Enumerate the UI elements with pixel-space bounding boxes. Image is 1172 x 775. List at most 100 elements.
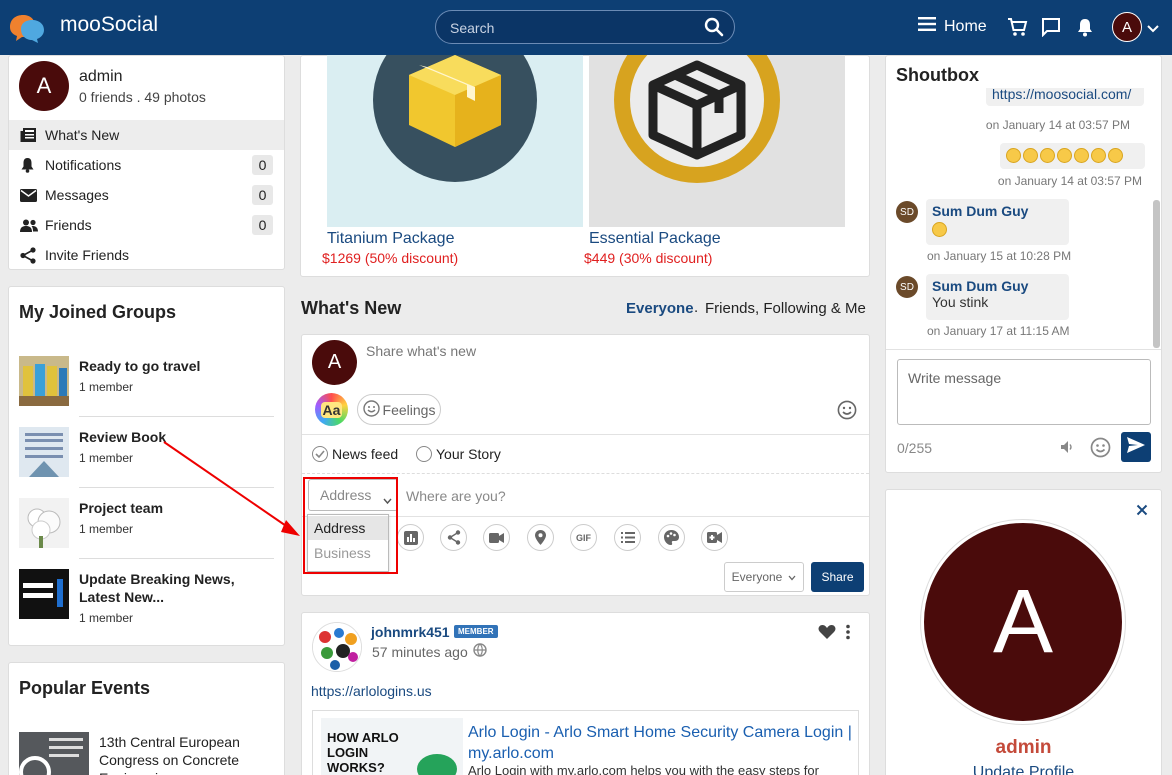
more-options-icon[interactable] xyxy=(845,624,851,645)
event-title[interactable]: 13th Central European Congress on Concre… xyxy=(99,733,279,775)
gif-icon[interactable]: GIF xyxy=(570,524,597,551)
update-profile-link[interactable]: Update Profile xyxy=(885,764,1162,775)
shoutbox-scrollbar[interactable] xyxy=(1153,200,1160,348)
send-button[interactable] xyxy=(1121,432,1151,462)
nav-item-messages[interactable]: Messages 0 xyxy=(9,180,284,210)
share-input[interactable]: Share what's new xyxy=(366,343,476,359)
group-title[interactable]: Ready to go travel xyxy=(79,357,274,375)
nav-item-notifications[interactable]: Notifications 0 xyxy=(9,150,284,180)
shout-avatar[interactable]: SD xyxy=(896,276,918,298)
emoji-icon[interactable] xyxy=(837,400,857,425)
group-thumbnail[interactable] xyxy=(19,569,69,619)
home-menu-button[interactable]: Home xyxy=(918,17,987,36)
share-icon[interactable] xyxy=(440,524,467,551)
event-thumbnail[interactable] xyxy=(19,732,89,775)
shout-message-bubble: Sum Dum Guy You stink xyxy=(926,274,1069,320)
radio-your-story[interactable]: Your Story xyxy=(416,446,501,462)
poll-icon[interactable] xyxy=(397,524,424,551)
shout-time: on January 15 at 10:28 PM xyxy=(927,249,1072,263)
smile-emoji-icon xyxy=(932,219,1063,242)
group-thumbnail[interactable] xyxy=(19,356,69,406)
filter-friends-following[interactable]: Friends, Following & Me xyxy=(705,300,866,317)
group-thumbnail[interactable] xyxy=(19,427,69,477)
emoji-icon[interactable] xyxy=(1090,437,1111,463)
package-image-essential[interactable] xyxy=(589,17,845,227)
messages-count: 0 xyxy=(252,185,273,205)
shout-user[interactable]: Sum Dum Guy xyxy=(932,203,1063,219)
grin-emoji-icon xyxy=(1006,148,1021,163)
group-item[interactable]: Ready to go travel 1 member xyxy=(19,356,274,420)
smiley-icon xyxy=(362,399,380,420)
preview-thumb-text: HOW ARLO LOGIN WORKS? xyxy=(327,730,399,775)
palette-icon[interactable] xyxy=(658,524,685,551)
divider xyxy=(79,558,274,559)
post-link[interactable]: https://arlologins.us xyxy=(311,683,432,699)
user-avatar-menu[interactable]: A xyxy=(1112,12,1142,42)
app-name[interactable]: mooSocial xyxy=(60,13,158,37)
post-timestamp[interactable]: 57 minutes ago xyxy=(372,643,487,660)
filter-everyone[interactable]: Everyone xyxy=(626,300,694,317)
group-members: 1 member xyxy=(79,380,134,394)
volume-icon[interactable] xyxy=(1060,440,1074,459)
nav-item-friends[interactable]: Friends 0 xyxy=(9,210,284,240)
video-camera-icon[interactable] xyxy=(483,524,510,551)
filter-separator: . xyxy=(694,299,699,316)
bell-icon xyxy=(20,157,38,173)
side-profile-avatar[interactable]: A xyxy=(921,520,1125,724)
radio-label: Your Story xyxy=(436,446,501,462)
groups-title: My Joined Groups xyxy=(19,302,177,322)
location-pin-icon[interactable] xyxy=(527,524,554,551)
post-author-name[interactable]: johnmrk451 xyxy=(371,624,450,640)
search-icon[interactable] xyxy=(704,17,724,42)
heart-icon[interactable] xyxy=(818,624,836,645)
profile-name[interactable]: admin xyxy=(79,68,123,86)
package-image-titanium[interactable] xyxy=(327,18,583,227)
shout-user[interactable]: Sum Dum Guy xyxy=(932,278,1063,294)
list-icon[interactable] xyxy=(614,524,641,551)
highlight-box xyxy=(303,477,398,574)
group-members: 1 member xyxy=(79,522,134,536)
nav-item-whats-new[interactable]: What's New xyxy=(9,120,284,150)
side-profile-name[interactable]: admin xyxy=(885,737,1162,759)
post-author-avatar[interactable] xyxy=(312,622,362,672)
add-video-icon[interactable] xyxy=(701,524,728,551)
char-counter: 0/255 xyxy=(897,440,933,456)
nav-label: Messages xyxy=(45,187,109,203)
link-preview-title[interactable]: Arlo Login - Arlo Smart Home Security Ca… xyxy=(468,722,858,764)
nav-item-invite-friends[interactable]: Invite Friends xyxy=(9,240,284,270)
group-title[interactable]: Update Breaking News, Latest New... xyxy=(79,570,274,606)
location-input[interactable]: Where are you? xyxy=(406,488,506,504)
link-preview-image[interactable]: HOW ARLO LOGIN WORKS? xyxy=(321,718,463,775)
text-style-button[interactable]: Aa xyxy=(315,393,348,426)
aa-label: Aa xyxy=(320,401,343,418)
shout-link[interactable]: https://moosocial.com/ xyxy=(986,88,1144,106)
shout-message-input[interactable]: Write message xyxy=(897,359,1151,425)
chevron-down-icon xyxy=(788,570,796,584)
close-icon[interactable] xyxy=(1136,503,1148,521)
composer-avatar: A xyxy=(312,340,357,385)
group-item[interactable]: Update Breaking News, Latest New... 1 me… xyxy=(19,569,274,633)
privacy-select[interactable]: Everyone xyxy=(724,562,804,592)
shout-time: on January 17 at 11:15 AM xyxy=(927,324,1070,338)
package-title[interactable]: Essential Package xyxy=(589,230,721,248)
share-button[interactable]: Share xyxy=(811,562,864,592)
search-input[interactable] xyxy=(450,18,690,38)
group-thumbnail[interactable] xyxy=(19,498,69,548)
chevron-down-icon[interactable] xyxy=(1147,21,1159,39)
shout-time: on January 14 at 03:57 PM xyxy=(997,174,1142,188)
annotation-arrow-icon xyxy=(160,440,306,545)
profile-avatar[interactable]: A xyxy=(19,61,69,111)
shout-avatar[interactable]: SD xyxy=(896,201,918,223)
package-title[interactable]: Titanium Package xyxy=(327,230,454,248)
moosocial-logo-icon[interactable] xyxy=(8,13,46,43)
cart-icon[interactable] xyxy=(1007,17,1028,42)
shout-time: on January 14 at 03:57 PM xyxy=(985,118,1130,132)
search-box xyxy=(435,10,735,44)
radio-news-feed[interactable]: News feed xyxy=(312,446,398,462)
chat-icon[interactable] xyxy=(1041,17,1061,42)
link-preview-description: Arlo Login with my.arlo.com helps you wi… xyxy=(468,763,819,775)
package-price: $1269 (50% discount) xyxy=(322,250,459,266)
radio-unchecked-icon xyxy=(416,446,432,462)
notification-bell-icon[interactable] xyxy=(1076,17,1094,42)
feelings-button[interactable]: Feelings xyxy=(357,394,441,425)
